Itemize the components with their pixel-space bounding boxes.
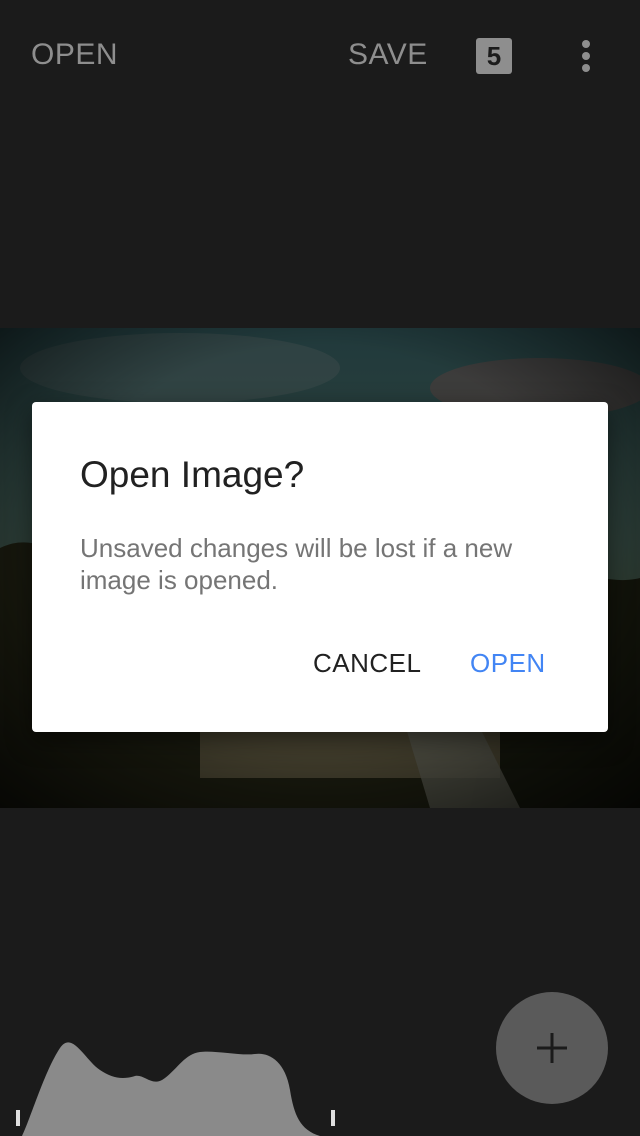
histogram-left-handle[interactable] xyxy=(16,1110,20,1126)
plus-icon xyxy=(537,1033,567,1063)
open-image-dialog: Open Image? Unsaved changes will be lost… xyxy=(32,402,608,732)
histogram xyxy=(16,1042,335,1136)
app-screen: OPEN SAVE 5 Open Image? Unsaved changes … xyxy=(0,0,640,1136)
dialog-title: Open Image? xyxy=(80,454,305,495)
confirm-open-button[interactable]: OPEN xyxy=(470,648,546,679)
histogram-curve xyxy=(22,1042,320,1136)
dialog-message: Unsaved changes will be lost if a new im… xyxy=(80,533,513,595)
cancel-button[interactable]: CANCEL xyxy=(313,648,421,679)
add-tool-button[interactable] xyxy=(496,992,608,1104)
histogram-right-handle[interactable] xyxy=(331,1110,335,1126)
